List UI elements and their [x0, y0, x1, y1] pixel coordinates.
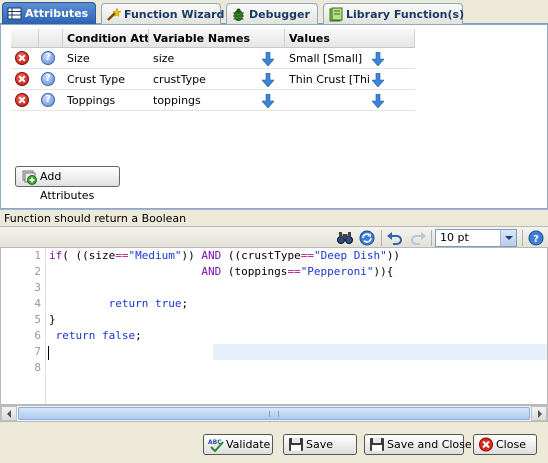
delete-icon[interactable]	[15, 93, 29, 107]
code-line: return true;	[108, 297, 189, 310]
help-icon[interactable]: ?	[527, 229, 545, 247]
library-icon	[328, 7, 343, 22]
replace-icon[interactable]	[358, 229, 376, 247]
table-row: ? Toppings toppings	[11, 90, 415, 111]
tab-library-functions[interactable]: Library Function(s)	[323, 3, 465, 24]
arrow-down-icon[interactable]	[372, 52, 384, 66]
code-line: AND (toppings=="Pepperoni")){	[201, 265, 394, 278]
scroll-right-icon[interactable]	[531, 406, 547, 421]
line-number-gutter: 1 2 3 4 5 6 7 8	[1, 248, 43, 404]
attribute-name: Toppings	[67, 94, 116, 107]
tab-label: Debugger	[249, 7, 310, 21]
line-number: 5	[34, 313, 41, 326]
line-number: 7	[34, 345, 41, 358]
toolbar-separator	[431, 230, 432, 246]
line-number: 2	[34, 265, 41, 278]
line-number: 3	[34, 281, 41, 294]
table-row: ? Crust Type crustType Thin Crust [Thi..…	[11, 69, 415, 90]
line-number: 1	[34, 249, 41, 262]
function-return-label: Function should return a Boolean	[0, 209, 548, 226]
variable-name[interactable]: crustType	[149, 69, 259, 90]
floppy-disk-icon	[289, 438, 303, 451]
tab-label: Attributes	[25, 7, 89, 20]
tab-attributes[interactable]: Attributes	[2, 2, 96, 24]
column-header-variable-names[interactable]: Variable Names	[149, 29, 285, 48]
scroll-left-icon[interactable]	[1, 406, 17, 421]
line-number: 6	[34, 329, 41, 342]
line-number: 8	[34, 361, 41, 374]
header-delete-col	[11, 29, 39, 48]
close-button[interactable]: Close	[473, 434, 537, 455]
help-icon[interactable]: ?	[41, 51, 55, 65]
delete-icon[interactable]	[15, 51, 29, 65]
close-label: Close	[496, 438, 526, 451]
help-icon[interactable]: ?	[41, 72, 55, 86]
close-icon	[479, 437, 493, 452]
redo-icon[interactable]	[409, 229, 427, 247]
text-cursor	[48, 346, 49, 360]
arrow-down-icon[interactable]	[372, 94, 384, 108]
font-size-value: 10 pt	[440, 231, 469, 244]
add-attributes-label: Add Attributes	[40, 170, 95, 202]
validate-label: Validate	[226, 438, 271, 451]
column-header-condition-attribute[interactable]: Condition Att...	[63, 29, 149, 48]
save-button[interactable]: Save	[283, 434, 357, 455]
tab-function-wizard[interactable]: Function Wizard	[101, 3, 225, 24]
delete-icon[interactable]	[15, 72, 29, 86]
horizontal-scrollbar[interactable]	[0, 405, 548, 422]
chevron-down-icon[interactable]	[500, 230, 516, 246]
code-editor[interactable]: 1 2 3 4 5 6 7 8 if( ((size=="Medium")) A…	[0, 248, 548, 405]
validate-button[interactable]: ABC Validate	[203, 434, 273, 455]
toolbar-separator	[522, 230, 523, 246]
arrow-down-icon[interactable]	[262, 52, 274, 66]
attribute-name: Crust Type	[67, 73, 125, 86]
toolbar-separator	[381, 230, 382, 246]
save-and-close-button[interactable]: Save and Close	[364, 434, 472, 455]
header-help-col	[39, 29, 63, 48]
floppy-disk-icon	[370, 438, 384, 451]
table-row: ? Size size Small [Small]	[11, 48, 415, 69]
attributes-icon	[7, 6, 22, 21]
svg-text:?: ?	[533, 234, 539, 245]
line-number: 4	[34, 297, 41, 310]
tab-label: Function Wizard	[124, 7, 225, 21]
grip-icon	[269, 411, 279, 417]
arrow-down-icon[interactable]	[262, 94, 274, 108]
arrow-down-icon[interactable]	[262, 73, 274, 87]
add-attributes-button[interactable]: Add Attributes	[15, 166, 120, 202]
arrow-down-icon[interactable]	[372, 73, 384, 87]
code-line: if( ((size=="Medium")) AND ((crustType==…	[49, 249, 401, 262]
undo-icon[interactable]	[386, 229, 404, 247]
attribute-value[interactable]: Thin Crust [Thi...	[285, 69, 371, 90]
find-icon[interactable]	[336, 229, 354, 247]
scrollbar-thumb[interactable]	[18, 407, 530, 420]
variable-name[interactable]: toppings	[149, 90, 259, 111]
spellcheck-icon: ABC	[208, 439, 224, 452]
current-line-highlight	[213, 344, 547, 360]
editor-toolbar: 10 pt ?	[0, 226, 548, 248]
variable-name[interactable]: size	[149, 48, 259, 69]
save-and-close-label: Save and Close	[387, 438, 472, 451]
attribute-name: Size	[67, 52, 90, 65]
attribute-value[interactable]: Small [Small]	[285, 48, 371, 69]
attribute-value[interactable]	[285, 90, 371, 111]
wand-icon	[106, 6, 122, 22]
add-attributes-icon	[22, 170, 37, 185]
tab-bar: Attributes Function Wizard Debugger Libr…	[0, 0, 548, 24]
code-line: }	[49, 313, 56, 326]
font-size-select[interactable]: 10 pt	[435, 229, 517, 247]
attributes-panel: Condition Att... Variable Names Values ?…	[0, 24, 548, 209]
bug-icon	[231, 7, 246, 22]
tab-label: Library Function(s)	[346, 7, 465, 21]
code-line: return false;	[55, 329, 142, 342]
column-header-values[interactable]: Values	[285, 29, 415, 48]
help-icon[interactable]: ?	[41, 93, 55, 107]
grid-header: Condition Att... Variable Names Values	[11, 29, 415, 48]
tab-debugger[interactable]: Debugger	[226, 3, 318, 24]
gutter-divider	[45, 248, 46, 404]
save-label: Save	[306, 438, 334, 451]
dialog-button-bar: ABC Validate Save Save and Close Close	[0, 422, 548, 463]
